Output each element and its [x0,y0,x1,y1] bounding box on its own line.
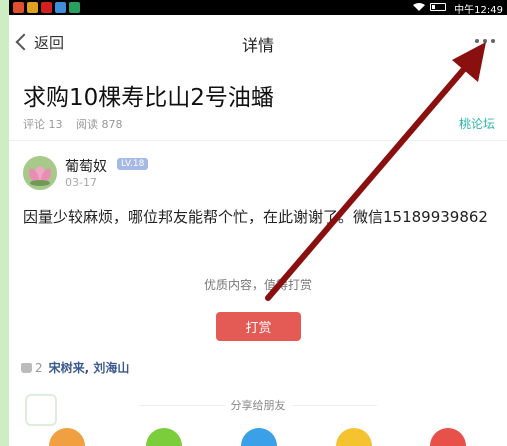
read-count: 阅读 878 [76,118,123,131]
share-label: 分享给朋友 [9,397,507,413]
more-dot-icon [483,39,487,43]
author-name[interactable]: 葡萄奴 [65,156,107,176]
status-time: 中午12:49 [454,5,503,16]
status-bar: 中午12:49 [9,0,507,16]
more-dot-icon [475,39,479,43]
tip-prompt: 优质内容，值得打赏 [203,278,312,292]
post-title: 求购10棵寿比山2号油蟠 [23,85,274,111]
status-app-icon-3 [41,2,52,13]
liker-names[interactable]: 宋树来, 刘海山 [49,359,130,376]
share-moments-icon[interactable] [49,428,85,446]
status-app-icon-5 [69,2,80,13]
more-menu-button[interactable] [475,39,495,45]
level-badge: LV.18 [117,158,149,170]
likes-row: 2 宋树来, 刘海山 [21,359,129,376]
status-app-icon-1 [13,2,24,13]
share-weibo-icon[interactable] [430,428,466,446]
avatar[interactable] [23,156,57,190]
battery-icon [430,3,446,11]
app-screen: 中午12:49 返回 详情 求购10棵寿比山2号油蟠 评论 13 阅读 878 … [9,0,507,446]
post-date: 03-17 [65,176,97,189]
status-app-icon-4 [55,2,66,13]
lotus-flower-icon [23,156,57,190]
share-label-text: 分享给朋友 [224,399,292,412]
forum-link[interactable]: 桃论坛 [459,115,495,132]
post-meta: 评论 13 阅读 878 [23,116,133,132]
divider [9,140,507,141]
tip-button[interactable]: 打赏 [216,312,301,341]
comment-count: 评论 13 [23,118,63,131]
more-dot-icon [491,39,495,43]
thumbs-up-icon[interactable] [21,362,32,373]
post-content: 因量少较麻烦，哪位邦友能帮个忙，在此谢谢了。微信15189939862 [23,208,488,226]
share-wechat-icon[interactable] [146,428,182,446]
share-qq-icon[interactable] [241,428,277,446]
share-qzone-icon[interactable] [336,428,372,446]
left-edge-strip [0,0,9,446]
like-count: 2 [35,360,43,375]
page-title: 详情 [241,36,274,55]
nav-bar: 返回 详情 [9,15,507,65]
status-app-icon-2 [27,2,38,13]
wifi-icon [413,3,425,11]
